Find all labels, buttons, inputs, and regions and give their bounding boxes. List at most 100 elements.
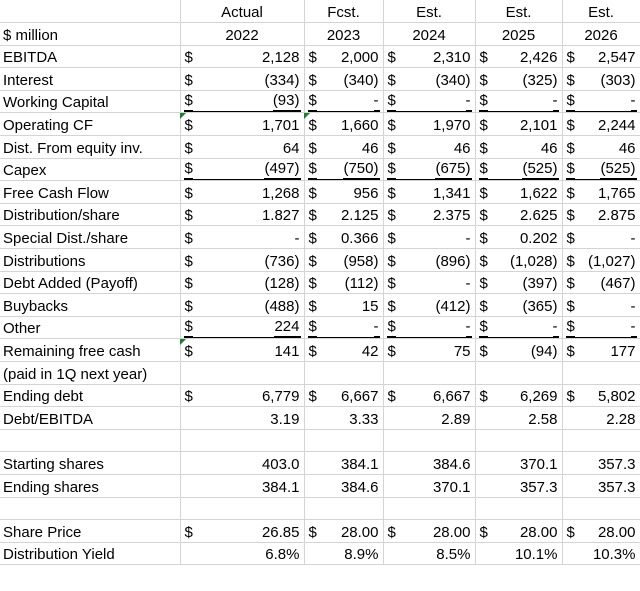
row-label[interactable]: Other [0,316,181,340]
cell-fcst-2023[interactable]: $42 [304,338,384,362]
cell-est-2024[interactable]: $ - [383,316,476,340]
cell-est-2025[interactable]: $ - [475,316,563,340]
cell-est-2026[interactable]: 10.3% [562,542,640,566]
cell-est-2024[interactable]: $1,341 [383,180,476,204]
row-label[interactable] [0,429,181,453]
cell-fcst-2023[interactable]: $956 [304,180,384,204]
cell-fcst-2023[interactable]: $2,000 [304,45,384,69]
row-label[interactable]: Free Cash Flow [0,180,181,204]
cell-actual-2022[interactable]: $ (334) [180,67,305,91]
cell-est-2025[interactable]: $ (94) [475,338,563,362]
cell-est-2026[interactable]: $2,244 [562,112,640,137]
cell-est-2025[interactable]: 2.58 [475,406,563,430]
cell-est-2026[interactable]: 357.3 [562,474,640,498]
cell-actual-2022[interactable]: $ (93) [180,90,305,114]
row-label[interactable]: Debt Added (Payoff) [0,271,181,295]
cell-actual-2022[interactable] [180,497,305,521]
cell-actual-2022[interactable]: $1,701 [180,112,305,137]
cell-est-2026[interactable]: $ - [562,225,640,250]
cell-est-2026[interactable]: $46 [562,135,640,159]
row-label[interactable]: Distribution Yield [0,542,181,566]
row-label[interactable]: Dist. From equity inv. [0,135,181,159]
cell-actual-2022[interactable] [180,429,305,453]
cell-est-2024[interactable]: 2.89 [383,406,476,430]
row-label[interactable]: Interest [0,67,181,91]
cell-est-2025[interactable]: $6,269 [475,384,563,408]
cell-est-2025[interactable]: $ (365) [475,293,563,317]
cell-est-2025[interactable]: $28.00 [475,519,563,543]
cell-est-2024[interactable]: $28.00 [383,519,476,543]
cell-est-2024[interactable] [383,361,476,385]
cell-est-2024[interactable]: $ (340) [383,67,476,91]
cell-fcst-2023[interactable]: $0.366 [304,225,384,250]
cell-est-2026[interactable] [562,361,640,385]
cell-fcst-2023[interactable]: $ (340) [304,67,384,91]
cell-est-2024[interactable]: $ - [383,90,476,114]
cell-est-2026[interactable]: $ - [562,316,640,340]
cell-fcst-2023[interactable]: 384.1 [304,451,384,475]
header-cell-est-2024[interactable]: 2024 [383,22,476,46]
cell-est-2026[interactable] [562,429,640,453]
cell-fcst-2023[interactable]: $2.125 [304,203,384,227]
cell-est-2025[interactable] [475,429,563,453]
cell-est-2026[interactable]: $2,547 [562,45,640,69]
row-label[interactable]: Working Capital [0,90,181,114]
cell-est-2024[interactable]: $ - [383,225,476,250]
cell-est-2025[interactable]: $0.202 [475,225,563,250]
cell-est-2024[interactable]: $75 [383,338,476,362]
cell-est-2024[interactable] [383,429,476,453]
row-label[interactable]: (paid in 1Q next year) [0,361,181,385]
row-label[interactable]: Buybacks [0,293,181,317]
row-label[interactable]: Operating CF [0,112,181,137]
row-label[interactable]: Capex [0,158,181,182]
cell-est-2025[interactable]: $ (525) [475,158,563,182]
header-cell-est-2026[interactable]: Est. [562,0,640,24]
cell-est-2026[interactable]: $ - [562,90,640,114]
row-label[interactable] [0,497,181,521]
cell-est-2025[interactable]: $1,622 [475,180,563,204]
cell-est-2026[interactable]: $ - [562,293,640,317]
cell-est-2026[interactable]: $ (467) [562,271,640,295]
cell-fcst-2023[interactable] [304,361,384,385]
cell-est-2024[interactable]: $2,310 [383,45,476,69]
cell-est-2024[interactable]: $ (896) [383,248,476,272]
cell-fcst-2023[interactable]: $ - [304,90,384,114]
cell-est-2025[interactable]: $46 [475,135,563,159]
cell-fcst-2023[interactable]: $46 [304,135,384,159]
row-label[interactable]: Distribution/share [0,203,181,227]
cell-est-2026[interactable]: $5,802 [562,384,640,408]
cell-actual-2022[interactable]: $141 [180,338,305,362]
row-label[interactable]: Remaining free cash [0,338,181,362]
cell-est-2025[interactable] [475,497,563,521]
cell-actual-2022[interactable]: $64 [180,135,305,159]
cell-est-2026[interactable]: 2.28 [562,406,640,430]
cell-actual-2022[interactable] [180,361,305,385]
cell-est-2024[interactable]: 8.5% [383,542,476,566]
cell-fcst-2023[interactable]: $ (958) [304,248,384,272]
cell-actual-2022[interactable]: 3.19 [180,406,305,430]
cell-est-2024[interactable]: $1,970 [383,112,476,137]
cell-actual-2022[interactable]: $ (736) [180,248,305,272]
row-label[interactable]: Special Dist./share [0,225,181,250]
cell-est-2024[interactable] [383,497,476,521]
cell-est-2024[interactable]: $6,667 [383,384,476,408]
header-cell-fcst-2023[interactable]: 2023 [304,22,384,46]
row-label[interactable]: Share Price [0,519,181,543]
cell-fcst-2023[interactable]: 3.33 [304,406,384,430]
cell-actual-2022[interactable]: 6.8% [180,542,305,566]
cell-est-2025[interactable]: $ (325) [475,67,563,91]
cell-est-2026[interactable]: $28.00 [562,519,640,543]
cell-est-2026[interactable] [562,497,640,521]
row-label[interactable]: Ending shares [0,474,181,498]
header-cell-actual-2022[interactable]: 2022 [180,22,305,46]
cell-actual-2022[interactable]: 403.0 [180,451,305,475]
cell-fcst-2023[interactable]: 384.6 [304,474,384,498]
cell-actual-2022[interactable]: 384.1 [180,474,305,498]
row-label[interactable]: Ending debt [0,384,181,408]
cell-est-2024[interactable]: $2.375 [383,203,476,227]
cell-actual-2022[interactable]: $ (497) [180,158,305,182]
cell-fcst-2023[interactable] [304,429,384,453]
cell-est-2025[interactable] [475,361,563,385]
cell-est-2025[interactable]: $2,426 [475,45,563,69]
row-label[interactable]: EBITDA [0,45,181,69]
